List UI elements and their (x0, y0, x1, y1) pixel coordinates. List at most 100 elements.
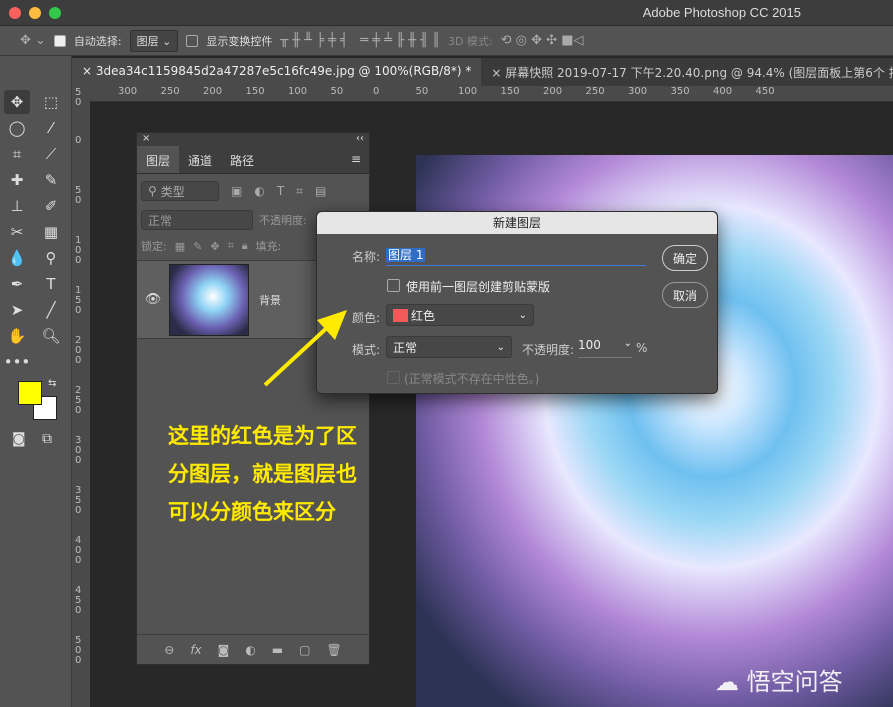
new-group-icon[interactable]: ▬ (272, 643, 283, 657)
ruler-tick: 200 (203, 86, 246, 97)
3d-mode-label: 3D 模式: (448, 33, 493, 49)
title-bar: Adobe Photoshop CC 2015 (0, 0, 893, 26)
path-select-icon[interactable]: ➤ (4, 298, 30, 322)
ruler-tick: 50 (75, 86, 83, 136)
healing-brush-icon[interactable]: ✚ (4, 168, 30, 192)
close-panel-icon[interactable]: × (142, 133, 150, 146)
filter-pixel-icon[interactable]: ▣ (231, 184, 242, 198)
ruler-tick: 0 (373, 86, 416, 97)
close-window-button[interactable] (9, 7, 21, 19)
filter-smart-icon[interactable]: ▤ (315, 184, 326, 198)
layer-filter-dropdown[interactable]: ⚲ 类型 (141, 181, 219, 201)
ruler-tick: 0 (75, 136, 83, 186)
crop-tool-icon[interactable]: ⌗ (4, 142, 30, 166)
show-transform-checkbox[interactable] (186, 35, 198, 47)
mode-dropdown[interactable]: 正常⌄ (386, 336, 512, 358)
pen-tool-icon[interactable]: ✒ (4, 272, 30, 296)
ruler-tick: 250 (75, 386, 83, 436)
add-mask-icon[interactable]: ◙ (218, 643, 230, 657)
color-swatch (393, 309, 408, 322)
delete-layer-icon[interactable]: 🗑︎ (326, 643, 341, 657)
lasso-tool-icon[interactable]: ◯ (4, 116, 30, 140)
color-dropdown[interactable]: 红色⌄ (386, 304, 534, 326)
neutral-color-checkbox[interactable] (387, 371, 400, 384)
lock-pixels-icon[interactable]: ▦ (175, 240, 185, 253)
visibility-eye-icon[interactable]: 👁︎ (137, 292, 169, 307)
watermark-text: 悟空问答 (747, 668, 843, 696)
more-tools-icon[interactable]: ••• (4, 350, 30, 374)
3d-mode-icons[interactable]: ⟲ ◎ ✥ ✣ ■◁ (501, 33, 584, 48)
fill-label: 填充: (256, 238, 282, 254)
lock-all-icon[interactable]: 🔒︎ (242, 239, 248, 253)
quick-mask-icon[interactable]: ◙ (12, 431, 26, 447)
auto-select-checkbox[interactable] (54, 35, 66, 47)
ruler-tick: 100 (288, 86, 331, 97)
eraser-tool-icon[interactable]: ✂ (4, 220, 30, 244)
ruler-tick: 150 (75, 286, 83, 336)
tab-document-2[interactable]: × 屏幕快照 2019-07-17 下午2.20.40.png @ 94.4% … (481, 58, 893, 86)
link-layers-icon[interactable]: ⊖ (164, 643, 174, 657)
magic-wand-icon[interactable]: ⁄ (38, 116, 64, 140)
history-brush-icon[interactable]: ✐ (38, 194, 64, 218)
lock-paint-icon[interactable]: ✎ (193, 240, 202, 253)
ruler-tick: 50 (75, 186, 83, 236)
blur-tool-icon[interactable]: 💧 (4, 246, 30, 270)
ruler-tick: 200 (543, 86, 586, 97)
align-icons[interactable]: ╥ ╫ ╨ ╞ ╪ ╡ ═ ╪ ╧ ╟ ╫ ╢ ║ (280, 33, 440, 48)
marquee-tool-icon[interactable]: ⬚ (38, 90, 64, 114)
layer-thumbnail (169, 264, 249, 336)
color-value: 红色 (411, 307, 435, 324)
percent-label: % (636, 341, 647, 355)
name-value: 图层 1 (386, 248, 425, 262)
collapse-panel-icon[interactable]: ‹‹ (356, 133, 364, 146)
ruler-tick: 50 (331, 86, 374, 97)
cancel-button[interactable]: 取消 (662, 282, 708, 308)
minimize-window-button[interactable] (29, 7, 41, 19)
blend-mode-dropdown[interactable]: 正常 (141, 210, 253, 230)
brush-tool-icon[interactable]: ✎ (38, 168, 64, 192)
type-tool-icon[interactable]: T (38, 272, 64, 296)
foreground-color-swatch[interactable] (18, 381, 42, 405)
tab-document-1[interactable]: × 3dea34c1159845d2a47287e5c16fc49e.jpg @… (72, 58, 481, 86)
opacity-input[interactable]: 100⌄ (578, 338, 632, 358)
ok-button[interactable]: 确定 (662, 245, 708, 271)
watermark: ☁ 悟空问答 (715, 662, 843, 697)
name-input[interactable]: 图层 1 (386, 246, 646, 266)
gradient-tool-icon[interactable]: ▦ (38, 220, 64, 244)
swap-colors-icon[interactable]: ⇆ (48, 378, 56, 389)
ruler-tick: 100 (75, 236, 83, 286)
filter-type-icon[interactable]: T (277, 184, 284, 198)
annotation-text: 这里的红色是为了区分图层，就是图层也可以分颜色来区分 (168, 417, 358, 531)
clipping-mask-checkbox[interactable] (387, 279, 400, 292)
fx-icon[interactable]: fx (190, 643, 201, 657)
line-tool-icon[interactable]: ╱ (38, 298, 64, 322)
screen-mode-icon[interactable]: ⧉ (42, 431, 52, 447)
ruler-tick: 450 (756, 86, 799, 97)
tab-layers[interactable]: 图层 (137, 146, 179, 173)
move-tool-icon[interactable]: ✥ (4, 90, 30, 114)
new-layer-dialog: 新建图层 名称: 图层 1 使用前一图层创建剪贴蒙版 颜色: 红色⌄ 模式: 正… (316, 211, 718, 394)
blend-value: 正常 (148, 212, 172, 229)
adjustment-layer-icon[interactable]: ◐ (245, 643, 255, 657)
move-tool-icon[interactable]: ✥ ⌄ (20, 33, 46, 48)
tab-paths[interactable]: 路径 (221, 146, 263, 173)
maximize-window-button[interactable] (49, 7, 61, 19)
ruler-tick: 350 (671, 86, 714, 97)
filter-shape-icon[interactable]: ⌗ (296, 184, 303, 199)
eyedropper-icon[interactable]: ⟋ (38, 142, 64, 166)
dialog-title: 新建图层 (317, 212, 717, 234)
name-label: 名称: (352, 248, 380, 265)
dodge-tool-icon[interactable]: ⚲ (38, 246, 64, 270)
new-layer-icon[interactable]: ▢ (299, 643, 310, 657)
stamp-tool-icon[interactable]: ⊥ (4, 194, 30, 218)
ruler-tick: 300 (118, 86, 161, 97)
auto-select-dropdown[interactable]: 图层 ⌄ (130, 30, 179, 52)
lock-position-icon[interactable]: ✥ (210, 240, 219, 253)
filter-adjustment-icon[interactable]: ◐ (254, 184, 264, 198)
zoom-tool-icon[interactable]: 🔍︎ (38, 324, 64, 348)
panel-menu-icon[interactable]: ≡ (343, 146, 369, 173)
ruler-tick: 350 (75, 486, 83, 536)
hand-tool-icon[interactable]: ✋ (4, 324, 30, 348)
lock-artboard-icon[interactable]: ⌗ (228, 239, 234, 253)
tab-channels[interactable]: 通道 (179, 146, 221, 173)
